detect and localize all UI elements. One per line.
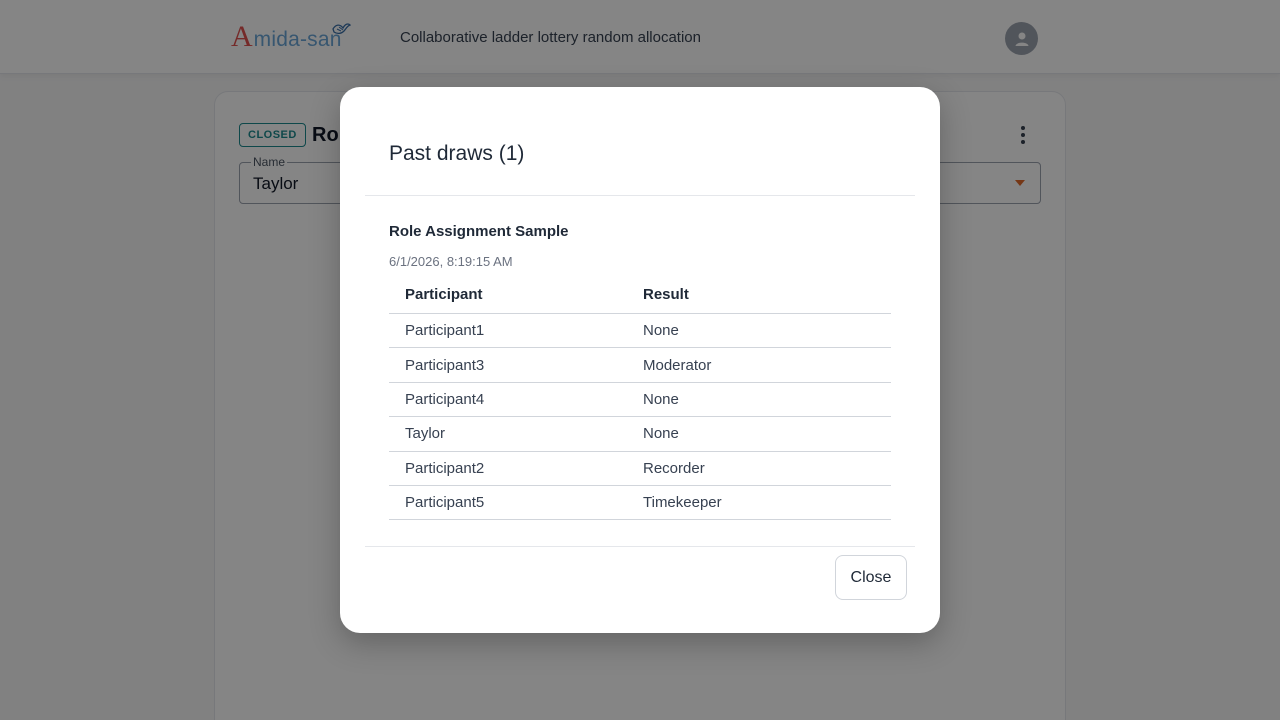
result-cell: None [643,390,679,408]
result-cell: Recorder [643,459,705,477]
close-button[interactable]: Close [835,555,907,600]
result-cell: None [643,322,679,340]
participant-cell: Participant1 [405,322,485,340]
result-cell: None [643,425,679,443]
participant-cell: Participant5 [405,494,485,512]
participant-cell: Taylor [405,425,446,443]
column-header-participant: Participant [405,286,483,303]
table-row: Participant5 Timekeeper [389,486,891,521]
table-row: Participant4 None [389,383,891,418]
participant-cell: Participant3 [405,356,485,374]
results-table: Participant Result Participant1 None Par… [389,276,891,521]
draw-title: Role Assignment Sample [389,223,569,240]
dialog-divider [365,195,915,196]
dialog-footer-divider [365,546,915,547]
result-cell: Moderator [643,356,712,374]
participant-cell: Participant4 [405,390,485,408]
past-draws-dialog: Past draws (1) Role Assignment Sample 6/… [340,87,940,633]
table-header: Participant Result [389,276,891,314]
result-cell: Timekeeper [643,494,722,512]
table-row: Taylor None [389,417,891,452]
draw-timestamp: 6/1/2026, 8:19:15 AM [389,254,513,269]
participant-cell: Participant2 [405,459,485,477]
column-header-result: Result [643,286,689,303]
dialog-title: Past draws (1) [389,142,525,165]
table-row: Participant1 None [389,314,891,349]
table-row: Participant2 Recorder [389,452,891,486]
table-row: Participant3 Moderator [389,348,891,383]
